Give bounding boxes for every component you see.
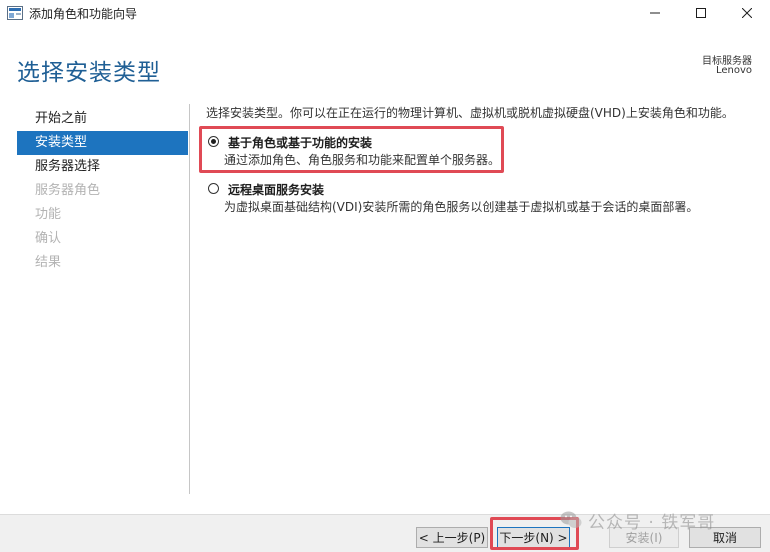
option-remote-desktop-description: 为虚拟桌面基础结构(VDI)安装所需的角色服务以创建基于虚拟机或基于会话的桌面部…	[224, 200, 699, 214]
sidebar-item-installation-type[interactable]: 安装类型	[17, 131, 188, 155]
sidebar-item-features: 功能	[35, 207, 62, 222]
maximize-icon	[696, 8, 706, 18]
wechat-icon	[560, 511, 582, 528]
sidebar-item-server-roles: 服务器角色	[35, 183, 101, 198]
window-title: 添加角色和功能向导	[29, 7, 138, 21]
option-remote-desktop-title[interactable]: 远程桌面服务安装	[228, 181, 324, 198]
intro-text: 选择安装类型。你可以在正在运行的物理计算机、虚拟机或脱机虚拟硬盘(VHD)上安装…	[206, 106, 734, 120]
sidebar-item-before-you-begin[interactable]: 开始之前	[17, 107, 188, 131]
server-manager-icon	[7, 6, 23, 20]
close-button[interactable]	[724, 0, 770, 26]
close-icon	[742, 8, 752, 18]
sidebar-divider	[189, 104, 190, 494]
wizard-steps-sidebar: 开始之前 安装类型 服务器选择 服务器角色 功能 确认 结果	[17, 107, 188, 275]
minimize-icon	[650, 12, 660, 14]
sidebar-item-confirmation: 确认	[35, 231, 62, 246]
watermark: 公众号 · 铁军哥	[560, 507, 715, 533]
maximize-button[interactable]	[678, 0, 724, 26]
sidebar-item-server-selection[interactable]: 服务器选择	[17, 155, 188, 179]
watermark-text: 公众号 · 铁军哥	[588, 512, 716, 533]
previous-button[interactable]: < 上一步(P)	[416, 527, 488, 548]
target-server-value: Lenovo	[715, 65, 752, 76]
annotation-highlight-box	[199, 126, 504, 173]
minimize-button[interactable]	[632, 0, 678, 26]
page-title: 选择安装类型	[17, 60, 161, 86]
sidebar-item-results: 结果	[35, 255, 62, 270]
title-bar: 添加角色和功能向导	[0, 0, 770, 26]
radio-remote-desktop[interactable]	[208, 183, 219, 194]
